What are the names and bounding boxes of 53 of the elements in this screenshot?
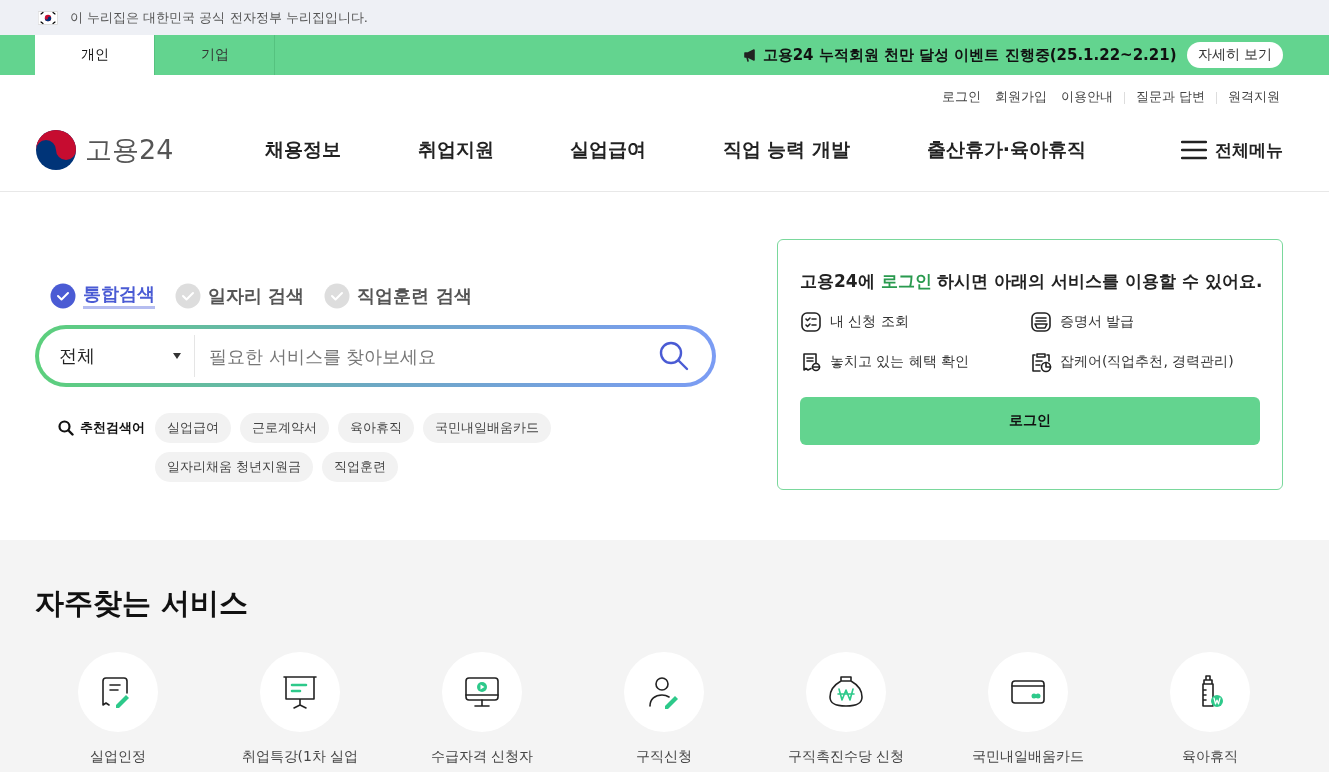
util-link[interactable]: 회원가입 — [992, 89, 1050, 106]
menu-icon — [1181, 140, 1207, 160]
login-prompt-text: 고용24에 로그인 하시면 아래의 서비스를 이용할 수 있어요. — [800, 270, 1260, 293]
search-icon — [658, 340, 690, 372]
notice-text: 고용24 누적회원 천만 달성 이벤트 진행중(25.1.22~2.21) — [762, 45, 1177, 65]
feature-text: 내 신청 조회 — [830, 313, 909, 331]
service-link[interactable]: 취업특강(1차 실업 — [209, 652, 391, 766]
logo-text[interactable]: 고용24 — [85, 132, 174, 168]
search-tab[interactable]: 직업훈련 검색 — [324, 282, 472, 309]
search-field[interactable]: 전체 필요한 서비스를 찾아보세요 — [35, 325, 716, 387]
emblem-icon — [35, 129, 77, 171]
all-menu-button[interactable]: 전체메뉴 — [1181, 138, 1283, 162]
audience-tab[interactable]: 기업 — [155, 35, 275, 75]
service-link[interactable]: 육아휴직 — [1119, 652, 1301, 766]
nav-item[interactable]: 채용정보 — [265, 137, 341, 163]
search-tab[interactable]: 일자리 검색 — [175, 282, 305, 309]
util-link[interactable]: 질문과 답변 — [1133, 89, 1208, 106]
search-icon — [58, 420, 74, 436]
util-link[interactable]: 원격지원 — [1225, 89, 1283, 106]
nav-item[interactable]: 실업급여 — [570, 137, 647, 163]
keyword-chip[interactable]: 국민내일배움카드 — [423, 413, 551, 443]
keyword-chip[interactable]: 근로계약서 — [240, 413, 329, 443]
audience-tab[interactable]: 개인 — [35, 35, 155, 75]
feature-text: 잡케어(직업추천, 경력관리) — [1060, 353, 1234, 371]
recommended-label: 추천검색어 — [80, 419, 145, 437]
service-link[interactable]: 구직촉진수당 신청 — [755, 652, 937, 766]
feature-text: 증명서 발급 — [1060, 313, 1135, 331]
section-title: 자주찾는 서비스 — [35, 585, 250, 622]
gov-banner-text: 이 누리집은 대한민국 공식 전자정부 누리집입니다. — [70, 8, 368, 27]
keyword-chip[interactable]: 직업훈련 — [322, 452, 399, 482]
service-link[interactable]: 구직신청 — [573, 652, 755, 766]
service-link[interactable]: 수급자격 신청자 — [391, 652, 573, 766]
login-button[interactable]: 로그인 — [800, 397, 1260, 445]
check-icon — [175, 282, 201, 309]
nav-item[interactable]: 취업지원 — [417, 137, 494, 163]
nav-item[interactable]: 직업 능력 개발 — [722, 137, 851, 163]
keyword-chip[interactable]: 육아휴직 — [338, 413, 414, 443]
megaphone-icon — [742, 48, 757, 62]
check-icon — [324, 282, 351, 309]
caret-icon — [172, 352, 182, 360]
keyword-chip[interactable]: 일자리채움 청년지원금 — [155, 452, 314, 482]
login-link[interactable]: 로그인 — [880, 271, 932, 291]
util-link[interactable]: 로그인 — [939, 89, 984, 106]
flag-icon — [38, 10, 58, 25]
check-icon — [50, 282, 76, 309]
keyword-chip[interactable]: 실업급여 — [155, 413, 231, 443]
details-button[interactable]: 자세히 보기 — [1186, 42, 1283, 68]
util-link[interactable]: 이용안내 — [1058, 89, 1116, 106]
search-tab[interactable]: 통합검색 — [50, 282, 155, 309]
service-link[interactable]: 국민내일배움카드 — [937, 652, 1119, 766]
feature-text: 놓치고 있는 혜택 확인 — [830, 353, 970, 371]
service-link[interactable]: 실업인정 — [27, 652, 209, 766]
nav-item[interactable]: 출산휴가·육아휴직 — [926, 137, 1086, 163]
